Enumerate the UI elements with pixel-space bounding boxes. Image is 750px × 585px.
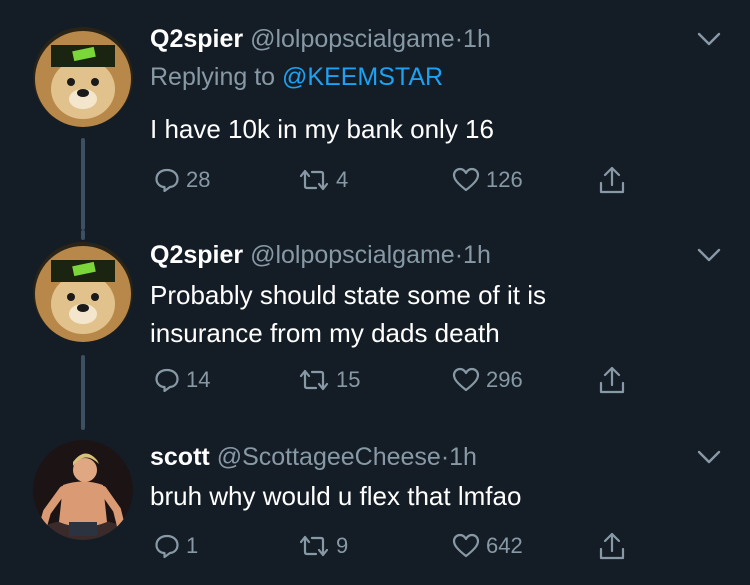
avatar[interactable] (33, 440, 133, 540)
reply-icon (155, 368, 179, 393)
retweet-count: 4 (336, 167, 349, 192)
like-button[interactable]: 642 (452, 529, 523, 563)
avatar[interactable] (33, 27, 133, 127)
replying-to-line: Replying to @KEEMSTAR (150, 62, 443, 92)
tweet-header: Q2spier @lolpopscialgame·1h (150, 24, 491, 54)
chevron-down-icon[interactable] (696, 246, 722, 264)
separator-dot: · (454, 25, 464, 53)
retweet-icon (299, 369, 329, 391)
reply-button[interactable]: 14 (154, 363, 210, 397)
display-name[interactable]: Q2spier (150, 241, 243, 269)
tweet-text: Probably should state some of it is insu… (150, 276, 710, 352)
tweet-actions: 14 15 296 (150, 363, 650, 397)
like-count: 126 (486, 167, 523, 192)
retweet-icon (299, 169, 329, 191)
share-icon (599, 166, 625, 194)
tweet-2[interactable]: Q2spier @lolpopscialgame·1h Probably sho… (0, 230, 750, 430)
tweet-header: scott @ScottageeCheese·1h (150, 442, 477, 472)
tweet-header: Q2spier @lolpopscialgame·1h (150, 240, 491, 270)
reply-count: 14 (186, 367, 211, 392)
like-count: 296 (486, 367, 523, 392)
share-button[interactable] (598, 363, 626, 397)
user-handle[interactable]: @lolpopscialgame (250, 25, 455, 53)
chevron-down-icon[interactable] (696, 448, 722, 466)
thread-line (81, 230, 85, 240)
share-icon (599, 366, 625, 394)
avatar[interactable] (33, 242, 133, 342)
display-name[interactable]: Q2spier (150, 25, 243, 53)
replying-to-label: Replying to (150, 63, 276, 91)
like-icon (452, 533, 480, 558)
retweet-button[interactable]: 9 (298, 529, 348, 563)
tweet-text: I have 10k in my bank only 16 (150, 114, 494, 144)
retweet-icon (299, 535, 329, 557)
separator-dot: · (440, 443, 450, 471)
share-button[interactable] (598, 163, 626, 197)
like-button[interactable]: 126 (452, 163, 523, 197)
reply-icon (155, 168, 179, 193)
user-handle[interactable]: @lolpopscialgame (250, 241, 455, 269)
display-name[interactable]: scott (150, 443, 210, 471)
share-icon (599, 532, 625, 560)
reply-count: 1 (186, 533, 199, 558)
timestamp[interactable]: 1h (463, 25, 491, 53)
like-icon (452, 367, 480, 392)
retweet-button[interactable]: 4 (298, 163, 348, 197)
share-button[interactable] (598, 529, 626, 563)
timestamp[interactable]: 1h (449, 443, 477, 471)
like-button[interactable]: 296 (452, 363, 523, 397)
replying-to-link[interactable]: @KEEMSTAR (282, 63, 443, 91)
like-count: 642 (486, 533, 523, 558)
retweet-count: 15 (336, 367, 361, 392)
tweet-actions: 28 4 126 (150, 163, 650, 197)
tweet-text: bruh why would u flex that lmfao (150, 481, 522, 511)
tweet-text-line: Probably should state some of it is (150, 280, 546, 310)
tweet-text-line: insurance from my dads death (150, 318, 500, 348)
reply-count: 28 (186, 167, 211, 192)
tweet-actions: 1 9 642 (150, 529, 650, 563)
user-handle[interactable]: @ScottageeCheese (217, 443, 441, 471)
retweet-button[interactable]: 15 (298, 363, 360, 397)
thread-line (81, 355, 85, 430)
reply-icon (155, 534, 179, 559)
tweet-1[interactable]: Q2spier @lolpopscialgame·1h Replying to … (0, 0, 750, 230)
chevron-down-icon[interactable] (696, 30, 722, 48)
tweet-3[interactable]: scott @ScottageeCheese·1h bruh why would… (0, 430, 750, 585)
like-icon (452, 167, 480, 192)
reply-button[interactable]: 1 (154, 529, 198, 563)
separator-dot: · (454, 241, 464, 269)
thread-line (81, 138, 85, 230)
timestamp[interactable]: 1h (463, 241, 491, 269)
reply-button[interactable]: 28 (154, 163, 210, 197)
retweet-count: 9 (336, 533, 349, 558)
